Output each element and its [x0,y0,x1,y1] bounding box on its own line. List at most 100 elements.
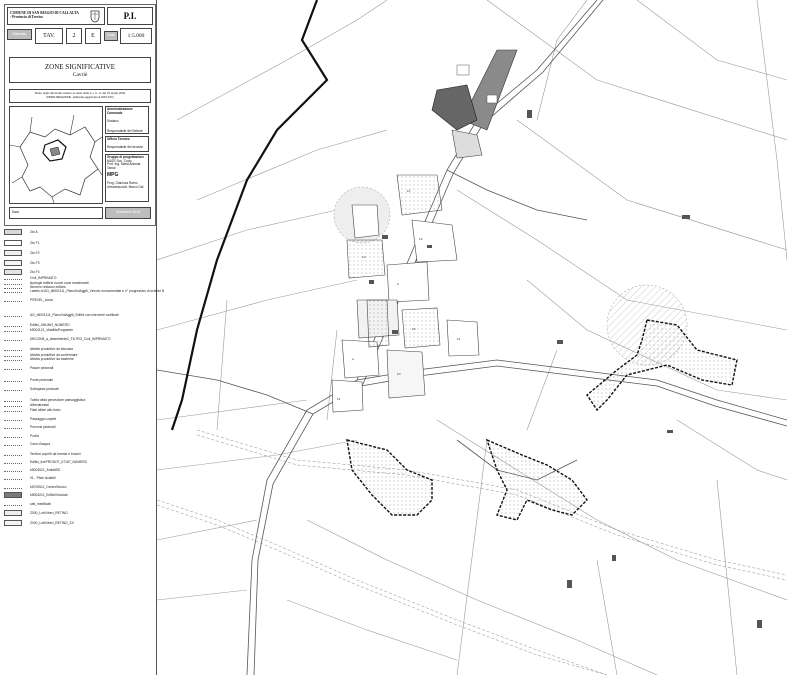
legend-swatch [4,367,22,370]
legend-label: Portici [30,434,40,438]
legend-label: b5003521_AmbitiSD [30,468,61,472]
legend-item: Edifici_livePRODOT_b7187_NUMERO [4,458,87,466]
legend-label: Filari alberi alto fusto [30,408,61,412]
amministrazione-box: Amministrazione Comunale Sindaco Respons… [105,106,149,134]
map-area[interactable]: F1 F2 F2 A F3 F1 A F4 F1 [156,0,787,676]
svg-text:A: A [352,357,354,361]
legend-item: DBC2008_a_dbambiente2_FILTRO_Civil_IMPRI… [4,335,110,343]
firm-logo: MPG [107,172,119,179]
page-title: ZONE SIGNIFICATIVE [44,62,116,71]
ambiti-sd [346,319,738,521]
svg-text:F1: F1 [457,337,461,341]
legend-item: Zto A [4,228,38,236]
legend-swatch [4,510,22,516]
legend-swatch [4,229,22,235]
legend-item: Territori coperti da foreste e boschi [4,450,81,458]
legend-item: Percorsi pedonali [4,423,55,431]
legend-swatch [4,260,22,266]
legend-item: Z000_Lotti liberi_RETINO [4,509,68,517]
crest-icon [90,10,100,22]
legend-label: Zto F2 [30,251,40,255]
legend-item: Filari alberi alto fusto [4,406,60,414]
legend-label: cati_mediticati [30,502,51,506]
scale-value: 1:5.000 [127,33,145,39]
svg-text:F3: F3 [412,327,416,331]
legend-item: Piazze pedonali [4,364,53,372]
title-block: COMUNE DI SAN BIAGIO DI CALLALTA - Provi… [4,4,156,226]
legend-item: 01 - Piste ciclabili [4,474,55,482]
scala-tag: Scala [104,31,118,41]
legend-item: Sottopassi pedonali [4,385,59,393]
tav-number-box: 2 [66,28,82,44]
legend-swatch [4,426,22,429]
location-map-drawing [10,114,102,203]
legend-item: PREVEL_icona [4,296,53,304]
legend-swatch [4,314,22,317]
svg-text:F2: F2 [362,255,366,259]
watercourses [156,429,787,676]
amm-line: Sindaco [107,119,119,124]
legend-label: Zto F1 [30,241,40,245]
legend-item: Attività produttive da trasferire [4,355,74,363]
legend-item: cati_mediticati [4,500,51,508]
legend-label: Piazze pedonali [30,366,54,370]
legend-label: Corsi d'acqua [30,442,51,446]
legend-swatch [4,338,22,341]
legend-swatch [4,379,22,382]
svg-text:F1: F1 [407,189,411,193]
legend-swatch [4,329,22,332]
legend-label: Passaggio coperti [30,417,57,421]
legend-swatch [4,477,22,480]
legend-label: b5001121_ViabilitaProgramm [30,328,74,332]
legend-item: b5003521_AmbitiSD [4,466,60,474]
plan-code-box: P.I. [107,7,153,25]
svg-text:A: A [397,282,399,286]
location-map [9,106,103,204]
legend-swatch [4,461,22,464]
legend-item: Portici [4,432,39,440]
legend-item: Zto F1 [4,239,40,247]
date-box: Dicembre 2015 [105,207,151,219]
comune-box: COMUNE DI SAN BIAGIO DI CALLALTA - Provi… [7,7,105,25]
plan-note-box: Piano degli interventi redatto ai sensi … [9,89,151,103]
legend-swatch [4,409,22,412]
legend-label: Ponte pedonale [30,378,54,382]
legend-label: Zto F3 [30,261,40,265]
title-box: ZONE SIGNIFICATIVE Cavriè [9,57,151,83]
tav-letter: E [91,33,95,39]
legend-label: b5003211_EdificiVincolati [30,493,68,497]
map-drawing: F1 F2 F2 A F3 F1 A F4 F1 [156,0,787,676]
north-cluster [431,49,518,159]
legend-swatch [4,388,22,391]
comune-text: COMUNE DI SAN BIAGIO DI CALLALTA - Provi… [10,11,79,19]
tav-box: TAV. [35,28,63,44]
progettazione-box: Gruppo di progettazione MATE Soc. Coop. … [105,154,149,202]
footer-label: Data [12,210,19,215]
legend-swatch [4,299,22,302]
svg-text:F1: F1 [337,397,341,401]
legend-item: Zto F3 [4,259,40,267]
ufficio-box: Ufficio Tecnico Responsabile del servizi… [105,136,149,152]
prog-line: Prof. Ing. Maria Antonia Tamai [107,162,141,170]
legend-item: AG_b5001111_PianoVolAggiti_Edifici con i… [4,311,119,319]
legend-item: Corsi d'acqua [4,440,50,448]
legend-swatch [4,443,22,446]
legend-item: b5001121_ViabilitaProgramm [4,326,73,334]
legend-label: DBC2008_a_dbambiente2_FILTRO_Civil_IMPRI… [30,337,111,341]
legend-label: Attività produttive da trasferire [30,357,74,361]
legend-label: AG_b5001111_PianoVolAggiti_Edifici con i… [30,313,119,317]
amm-title: Amministrazione Comunale [107,107,133,115]
scale-box: 1:5.000 [120,28,152,44]
svg-text:F4: F4 [397,372,401,376]
legend-swatch [4,469,22,472]
legend-label: Z000_Lotti liberi_RETINO_EX [30,521,74,525]
uff-title: Ufficio Tecnico [107,137,130,141]
uff-line: Responsabile del servizio [107,144,144,149]
legend-item: Ponte pedonale [4,376,53,384]
legend-label: Territori coperti da foreste e boschi [30,452,81,456]
legend-item: Zto F2 [4,249,40,257]
legend-swatch [4,418,22,421]
legend-label: Percorsi pedonali [30,425,56,429]
legend-label: Z000_Lotti liberi_RETINO [30,511,68,515]
legend-swatch [4,290,22,293]
